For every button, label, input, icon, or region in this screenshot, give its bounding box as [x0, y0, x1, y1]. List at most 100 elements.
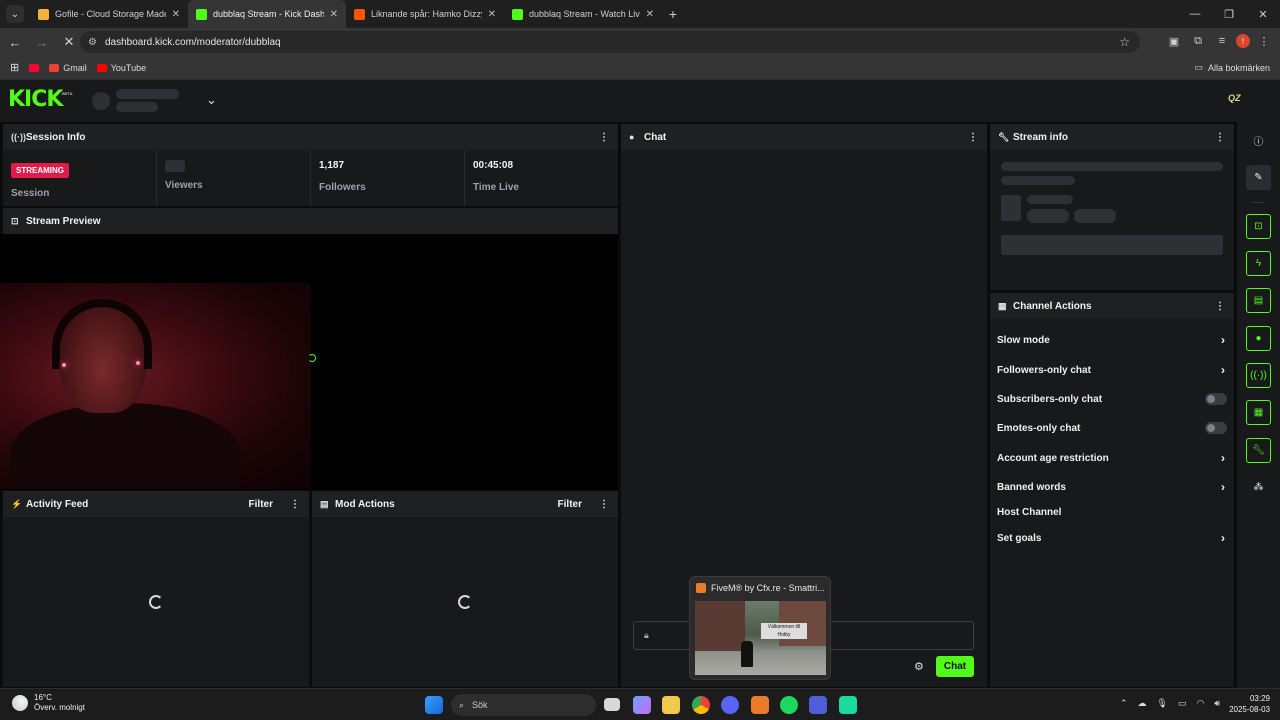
subscribers-only-toggle[interactable] [1205, 393, 1227, 405]
more-options-icon[interactable]: ⋮ [596, 132, 612, 143]
onedrive-icon[interactable]: ☁ [1138, 698, 1147, 709]
bookmarks-bar: ⊞ Gmail YouTube ▭ Alla bokmärken [0, 56, 1280, 80]
gofile-favicon-icon [38, 8, 49, 20]
info-icon[interactable]: ⓘ [1246, 128, 1271, 153]
filter-button[interactable]: Filter [558, 499, 582, 510]
sign-text: Välkommen till Hotby [761, 623, 807, 639]
copilot-icon[interactable] [633, 696, 651, 714]
slow-mode-action[interactable]: Slow mode › [997, 330, 1229, 350]
bolt-icon[interactable]: ϟ [1246, 251, 1271, 276]
stat-label: Session [11, 188, 50, 199]
kick-favicon-icon [512, 8, 523, 20]
back-button[interactable]: ← [3, 30, 27, 54]
new-tab-button[interactable]: + [662, 6, 684, 22]
tab-soundcloud[interactable]: Liknande spår: Hamko Dizzy - L ✕ [346, 0, 504, 28]
session-info-header: ((·)) Session Info ⋮ [3, 124, 618, 150]
clock-time: 03:29 [1249, 694, 1270, 703]
tab-close-icon[interactable]: ✕ [488, 9, 496, 20]
tab-kick-watch[interactable]: dubblaq Stream - Watch Live o ✕ [504, 0, 662, 28]
user-avatar[interactable]: QZ [1228, 93, 1246, 107]
set-goals-action[interactable]: Set goals › [997, 528, 1229, 548]
tab-kick-dashboard[interactable]: dubblaq Stream - Kick Dashbo ✕ [188, 0, 346, 28]
bookmark-youtube[interactable]: YouTube [96, 63, 146, 73]
more-options-icon[interactable]: ⋮ [1212, 301, 1228, 312]
capture-icon: ⊡ [11, 215, 19, 226]
chat-bubble-icon[interactable]: ● [1246, 326, 1271, 351]
tab-close-icon[interactable]: ✕ [330, 9, 338, 20]
action-label: Account age restriction [997, 452, 1109, 464]
discord-icon[interactable] [721, 696, 739, 714]
file-explorer-icon[interactable] [662, 696, 680, 714]
extension-icon[interactable]: ▣ [1164, 31, 1184, 51]
apps-grid-icon[interactable]: ⊞ [10, 61, 19, 74]
tab-gofile[interactable]: Gofile - Cloud Storage Made Si ✕ [30, 0, 188, 28]
more-options-icon[interactable]: ⋮ [287, 499, 303, 510]
minimize-icon[interactable]: — [1178, 0, 1212, 28]
taskbar-window-preview[interactable]: FiveM® by Cfx.re - Smattri... Välkommen … [689, 576, 831, 680]
bookmark-star-icon[interactable]: ☆ [1119, 35, 1130, 49]
filter-button[interactable]: Filter [249, 499, 273, 510]
taskbar-search[interactable]: ⌕ Sök [451, 694, 596, 716]
document-icon[interactable]: ▤ [1246, 288, 1271, 313]
capture-icon[interactable]: ⊡ [1246, 214, 1271, 239]
widget-rail: ⓘ ✎ ⊡ ϟ ▤ ● ((·)) ▦ 🔧︎ ⁂ [1237, 122, 1280, 688]
emotes-only-toggle[interactable] [1205, 422, 1227, 434]
tab-search-button[interactable]: ⌄ [6, 5, 24, 23]
bookmark-youtube-shortcut[interactable] [29, 63, 40, 72]
tab-close-icon[interactable]: ✕ [172, 9, 180, 20]
host-channel-action[interactable]: Host Channel [997, 502, 1229, 522]
address-bar[interactable]: ⚙ dashboard.kick.com/moderator/dubblaq ☆ [80, 31, 1140, 53]
layout-icon[interactable]: ▦ [1246, 400, 1271, 425]
channel-switcher-chevron-down-icon[interactable]: ⌄ [206, 92, 217, 108]
app-icon[interactable] [839, 696, 857, 714]
account-age-action[interactable]: Account age restriction › [997, 448, 1229, 468]
preview-title: FiveM® by Cfx.re - Smattri... [696, 583, 825, 593]
media-controls-icon[interactable]: ≡ [1212, 31, 1232, 51]
bookmark-gmail[interactable]: Gmail [49, 63, 87, 73]
close-window-icon[interactable]: ✕ [1246, 0, 1280, 28]
send-chat-button[interactable]: Chat [936, 656, 974, 677]
preview-image: Välkommen till Hotby [695, 601, 826, 675]
weather-widget[interactable]: 16°C Överv. molnigt [12, 693, 85, 713]
volume-icon[interactable]: 🔊︎ [1214, 698, 1220, 709]
browser-menu-icon[interactable]: ⋮ [1254, 31, 1274, 51]
extensions-puzzle-icon[interactable]: ⧉ [1188, 31, 1208, 51]
kick-logo[interactable]: KICK [8, 89, 63, 111]
more-options-icon[interactable]: ⋮ [596, 499, 612, 510]
broadcast-icon[interactable]: ((·)) [1246, 363, 1271, 388]
profile-avatar[interactable]: ! [1236, 34, 1250, 48]
all-bookmarks[interactable]: ▭ Alla bokmärken [1194, 62, 1270, 73]
users-icon[interactable]: ⁂ [1246, 475, 1271, 500]
pencil-icon[interactable]: ✎ [1246, 165, 1271, 190]
chat-settings-gear-icon[interactable]: ⚙ [914, 660, 924, 673]
preview-title-text: FiveM® by Cfx.re - Smattri... [711, 583, 825, 593]
more-options-icon[interactable]: ⋮ [1212, 132, 1228, 143]
more-options-icon[interactable]: ⋮ [965, 132, 981, 143]
banned-words-action[interactable]: Banned words › [997, 477, 1229, 497]
display-icon[interactable]: ▭ [1178, 698, 1187, 709]
site-info-icon[interactable]: ⚙ [88, 37, 97, 48]
stop-loading-button[interactable]: ✕ [57, 30, 81, 54]
taskbar-clock[interactable]: 03:29 2025-08-03 [1229, 693, 1270, 715]
chevron-up-icon[interactable]: ⌃ [1120, 698, 1128, 709]
windows-start-icon[interactable] [425, 696, 443, 714]
teams-icon[interactable] [809, 696, 827, 714]
search-placeholder: Sök [472, 700, 488, 710]
tab-close-icon[interactable]: ✕ [646, 9, 654, 20]
wrench-icon[interactable]: 🔧︎ [1246, 438, 1271, 463]
tab-title: dubblaq Stream - Watch Live o [529, 9, 640, 19]
task-view-icon[interactable] [604, 698, 620, 711]
followers-only-action[interactable]: Followers-only chat › [997, 360, 1229, 380]
restore-icon[interactable]: ❐ [1212, 0, 1246, 28]
fivem-icon[interactable] [751, 696, 769, 714]
wifi-icon[interactable]: ◠ [1196, 698, 1204, 709]
spotify-icon[interactable] [780, 696, 798, 714]
chrome-icon[interactable] [692, 696, 710, 714]
microphone-icon[interactable]: 🎙︎ [1157, 698, 1168, 709]
action-label: Host Channel [997, 506, 1062, 518]
mod-actions-header: ▤ Mod Actions Filter ⋮ [312, 491, 618, 517]
forward-button[interactable]: → [30, 30, 54, 54]
title-placeholder [1001, 162, 1223, 171]
status-badge: STREAMING [11, 163, 69, 178]
stream-info-header: 🔧︎ Stream info ⋮ [990, 124, 1234, 150]
